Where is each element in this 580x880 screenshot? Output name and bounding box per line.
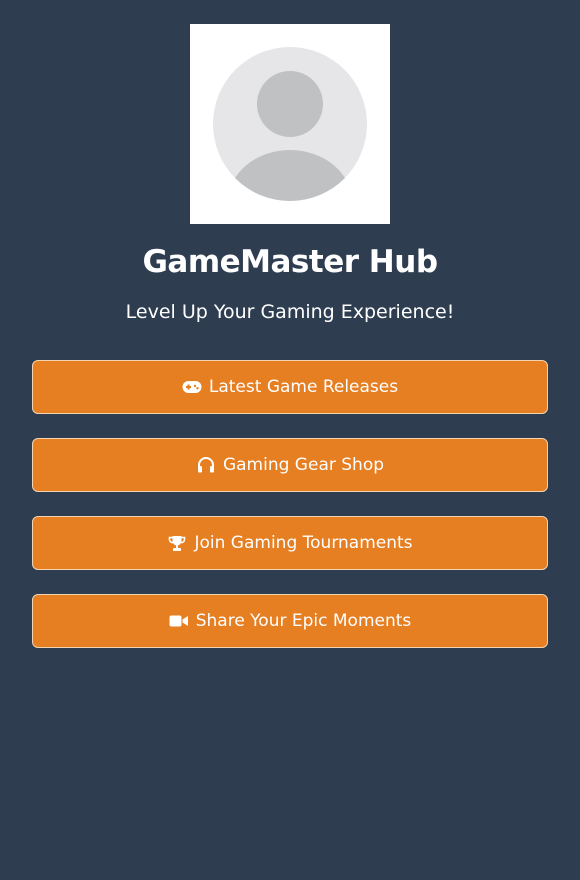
- link-list: Latest Game Releases Gaming Gear Shop Jo…: [32, 360, 548, 672]
- link-button-label: Share Your Epic Moments: [195, 611, 412, 631]
- profile-avatar: [190, 24, 390, 224]
- video-camera-icon: [169, 611, 189, 631]
- link-button-share-your-epic-moments[interactable]: Share Your Epic Moments: [32, 594, 548, 648]
- link-button-gaming-gear-shop[interactable]: Gaming Gear Shop: [32, 438, 548, 492]
- headphones-icon: [196, 455, 216, 475]
- page-subtitle: Level Up Your Gaming Experience!: [125, 301, 455, 323]
- page-title: GameMaster Hub: [142, 244, 438, 280]
- link-button-label: Gaming Gear Shop: [222, 455, 385, 475]
- link-button-label: Latest Game Releases: [208, 377, 399, 397]
- link-button-label: Join Gaming Tournaments: [194, 533, 413, 553]
- gamepad-icon: [182, 377, 202, 397]
- default-avatar-icon: [213, 47, 367, 201]
- link-in-bio-page: GameMaster Hub Level Up Your Gaming Expe…: [0, 0, 580, 880]
- trophy-icon: [167, 533, 187, 553]
- link-button-latest-game-releases[interactable]: Latest Game Releases: [32, 360, 548, 414]
- link-button-join-gaming-tournaments[interactable]: Join Gaming Tournaments: [32, 516, 548, 570]
